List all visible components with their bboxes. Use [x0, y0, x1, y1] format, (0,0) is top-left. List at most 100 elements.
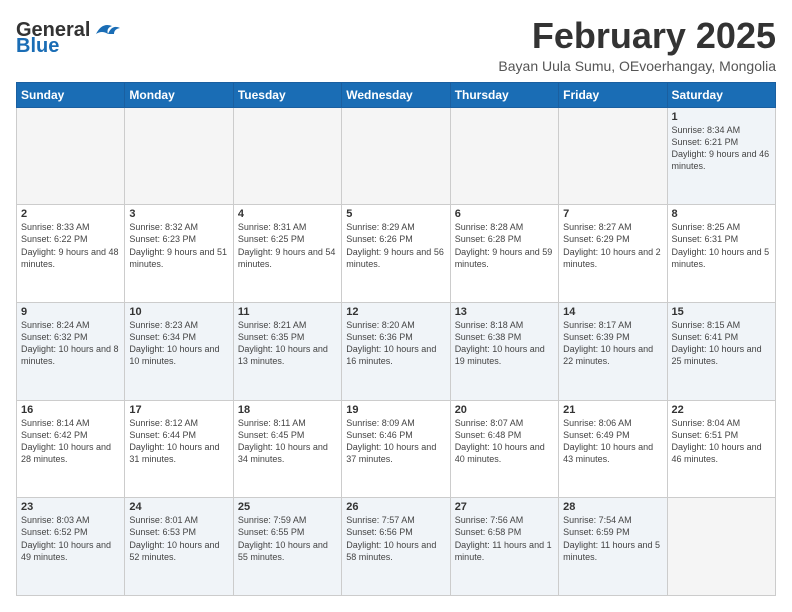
- day-info: Sunrise: 8:15 AM Sunset: 6:41 PM Dayligh…: [672, 319, 771, 368]
- header: General Blue February 2025 Bayan Uula Su…: [16, 16, 776, 74]
- calendar-day: 13Sunrise: 8:18 AM Sunset: 6:38 PM Dayli…: [450, 302, 558, 400]
- calendar-week-5: 23Sunrise: 8:03 AM Sunset: 6:52 PM Dayli…: [17, 498, 776, 596]
- day-number: 13: [455, 306, 554, 318]
- day-number: 4: [238, 208, 337, 220]
- day-number: 10: [129, 306, 228, 318]
- calendar-day: [450, 107, 558, 205]
- day-number: 18: [238, 404, 337, 416]
- calendar-day: 3Sunrise: 8:32 AM Sunset: 6:23 PM Daylig…: [125, 205, 233, 303]
- day-number: 12: [346, 306, 445, 318]
- day-number: 2: [21, 208, 120, 220]
- calendar-day: [17, 107, 125, 205]
- day-info: Sunrise: 7:56 AM Sunset: 6:58 PM Dayligh…: [455, 514, 554, 563]
- calendar-day: 19Sunrise: 8:09 AM Sunset: 6:46 PM Dayli…: [342, 400, 450, 498]
- day-info: Sunrise: 8:11 AM Sunset: 6:45 PM Dayligh…: [238, 417, 337, 466]
- day-info: Sunrise: 8:31 AM Sunset: 6:25 PM Dayligh…: [238, 221, 337, 270]
- day-info: Sunrise: 8:04 AM Sunset: 6:51 PM Dayligh…: [672, 417, 771, 466]
- calendar-day: 5Sunrise: 8:29 AM Sunset: 6:26 PM Daylig…: [342, 205, 450, 303]
- day-info: Sunrise: 8:27 AM Sunset: 6:29 PM Dayligh…: [563, 221, 662, 270]
- calendar-day: 17Sunrise: 8:12 AM Sunset: 6:44 PM Dayli…: [125, 400, 233, 498]
- title-block: February 2025 Bayan Uula Sumu, OEvoerhan…: [498, 16, 776, 74]
- calendar-day: [559, 107, 667, 205]
- day-number: 3: [129, 208, 228, 220]
- day-info: Sunrise: 8:32 AM Sunset: 6:23 PM Dayligh…: [129, 221, 228, 270]
- day-info: Sunrise: 8:24 AM Sunset: 6:32 PM Dayligh…: [21, 319, 120, 368]
- calendar-day: 10Sunrise: 8:23 AM Sunset: 6:34 PM Dayli…: [125, 302, 233, 400]
- day-number: 11: [238, 306, 337, 318]
- calendar-day: 16Sunrise: 8:14 AM Sunset: 6:42 PM Dayli…: [17, 400, 125, 498]
- calendar-day: 2Sunrise: 8:33 AM Sunset: 6:22 PM Daylig…: [17, 205, 125, 303]
- day-number: 15: [672, 306, 771, 318]
- day-number: 14: [563, 306, 662, 318]
- day-info: Sunrise: 8:34 AM Sunset: 6:21 PM Dayligh…: [672, 124, 771, 173]
- calendar-day: 12Sunrise: 8:20 AM Sunset: 6:36 PM Dayli…: [342, 302, 450, 400]
- calendar-day: 14Sunrise: 8:17 AM Sunset: 6:39 PM Dayli…: [559, 302, 667, 400]
- calendar-day: 25Sunrise: 7:59 AM Sunset: 6:55 PM Dayli…: [233, 498, 341, 596]
- day-info: Sunrise: 8:01 AM Sunset: 6:53 PM Dayligh…: [129, 514, 228, 563]
- day-info: Sunrise: 8:06 AM Sunset: 6:49 PM Dayligh…: [563, 417, 662, 466]
- location-title: Bayan Uula Sumu, OEvoerhangay, Mongolia: [498, 58, 776, 74]
- calendar-week-1: 1Sunrise: 8:34 AM Sunset: 6:21 PM Daylig…: [17, 107, 776, 205]
- day-number: 20: [455, 404, 554, 416]
- day-number: 8: [672, 208, 771, 220]
- day-info: Sunrise: 8:29 AM Sunset: 6:26 PM Dayligh…: [346, 221, 445, 270]
- page: General Blue February 2025 Bayan Uula Su…: [0, 0, 792, 612]
- calendar-week-3: 9Sunrise: 8:24 AM Sunset: 6:32 PM Daylig…: [17, 302, 776, 400]
- day-number: 25: [238, 501, 337, 513]
- calendar-day: 26Sunrise: 7:57 AM Sunset: 6:56 PM Dayli…: [342, 498, 450, 596]
- day-number: 26: [346, 501, 445, 513]
- day-info: Sunrise: 8:33 AM Sunset: 6:22 PM Dayligh…: [21, 221, 120, 270]
- day-info: Sunrise: 8:14 AM Sunset: 6:42 PM Dayligh…: [21, 417, 120, 466]
- calendar-day: 23Sunrise: 8:03 AM Sunset: 6:52 PM Dayli…: [17, 498, 125, 596]
- day-number: 5: [346, 208, 445, 220]
- calendar-header-thursday: Thursday: [450, 82, 558, 107]
- calendar-day: 28Sunrise: 7:54 AM Sunset: 6:59 PM Dayli…: [559, 498, 667, 596]
- day-info: Sunrise: 8:07 AM Sunset: 6:48 PM Dayligh…: [455, 417, 554, 466]
- calendar-week-4: 16Sunrise: 8:14 AM Sunset: 6:42 PM Dayli…: [17, 400, 776, 498]
- day-info: Sunrise: 8:09 AM Sunset: 6:46 PM Dayligh…: [346, 417, 445, 466]
- calendar-day: 20Sunrise: 8:07 AM Sunset: 6:48 PM Dayli…: [450, 400, 558, 498]
- calendar-header-saturday: Saturday: [667, 82, 775, 107]
- day-number: 28: [563, 501, 662, 513]
- calendar-day: 6Sunrise: 8:28 AM Sunset: 6:28 PM Daylig…: [450, 205, 558, 303]
- calendar-day: 22Sunrise: 8:04 AM Sunset: 6:51 PM Dayli…: [667, 400, 775, 498]
- calendar-day: [342, 107, 450, 205]
- day-info: Sunrise: 8:18 AM Sunset: 6:38 PM Dayligh…: [455, 319, 554, 368]
- day-number: 21: [563, 404, 662, 416]
- logo-blue-text: Blue: [16, 36, 120, 56]
- month-title: February 2025: [498, 16, 776, 56]
- day-info: Sunrise: 7:59 AM Sunset: 6:55 PM Dayligh…: [238, 514, 337, 563]
- calendar-day: [667, 498, 775, 596]
- day-number: 6: [455, 208, 554, 220]
- calendar-day: 11Sunrise: 8:21 AM Sunset: 6:35 PM Dayli…: [233, 302, 341, 400]
- calendar-header-friday: Friday: [559, 82, 667, 107]
- day-info: Sunrise: 8:21 AM Sunset: 6:35 PM Dayligh…: [238, 319, 337, 368]
- day-number: 1: [672, 111, 771, 123]
- day-info: Sunrise: 8:20 AM Sunset: 6:36 PM Dayligh…: [346, 319, 445, 368]
- day-info: Sunrise: 8:03 AM Sunset: 6:52 PM Dayligh…: [21, 514, 120, 563]
- day-info: Sunrise: 7:54 AM Sunset: 6:59 PM Dayligh…: [563, 514, 662, 563]
- calendar-day: [233, 107, 341, 205]
- logo: General Blue: [16, 20, 120, 56]
- calendar-header-sunday: Sunday: [17, 82, 125, 107]
- calendar-day: 24Sunrise: 8:01 AM Sunset: 6:53 PM Dayli…: [125, 498, 233, 596]
- day-info: Sunrise: 8:17 AM Sunset: 6:39 PM Dayligh…: [563, 319, 662, 368]
- calendar-day: 21Sunrise: 8:06 AM Sunset: 6:49 PM Dayli…: [559, 400, 667, 498]
- day-info: Sunrise: 8:12 AM Sunset: 6:44 PM Dayligh…: [129, 417, 228, 466]
- calendar-header-row: SundayMondayTuesdayWednesdayThursdayFrid…: [17, 82, 776, 107]
- day-number: 19: [346, 404, 445, 416]
- day-info: Sunrise: 8:25 AM Sunset: 6:31 PM Dayligh…: [672, 221, 771, 270]
- day-number: 9: [21, 306, 120, 318]
- calendar-day: 15Sunrise: 8:15 AM Sunset: 6:41 PM Dayli…: [667, 302, 775, 400]
- calendar-header-wednesday: Wednesday: [342, 82, 450, 107]
- day-number: 27: [455, 501, 554, 513]
- day-number: 17: [129, 404, 228, 416]
- calendar-day: 7Sunrise: 8:27 AM Sunset: 6:29 PM Daylig…: [559, 205, 667, 303]
- day-number: 7: [563, 208, 662, 220]
- calendar-day: 27Sunrise: 7:56 AM Sunset: 6:58 PM Dayli…: [450, 498, 558, 596]
- calendar-table: SundayMondayTuesdayWednesdayThursdayFrid…: [16, 82, 776, 596]
- day-info: Sunrise: 7:57 AM Sunset: 6:56 PM Dayligh…: [346, 514, 445, 563]
- calendar-day: 1Sunrise: 8:34 AM Sunset: 6:21 PM Daylig…: [667, 107, 775, 205]
- calendar-day: [125, 107, 233, 205]
- calendar-day: 9Sunrise: 8:24 AM Sunset: 6:32 PM Daylig…: [17, 302, 125, 400]
